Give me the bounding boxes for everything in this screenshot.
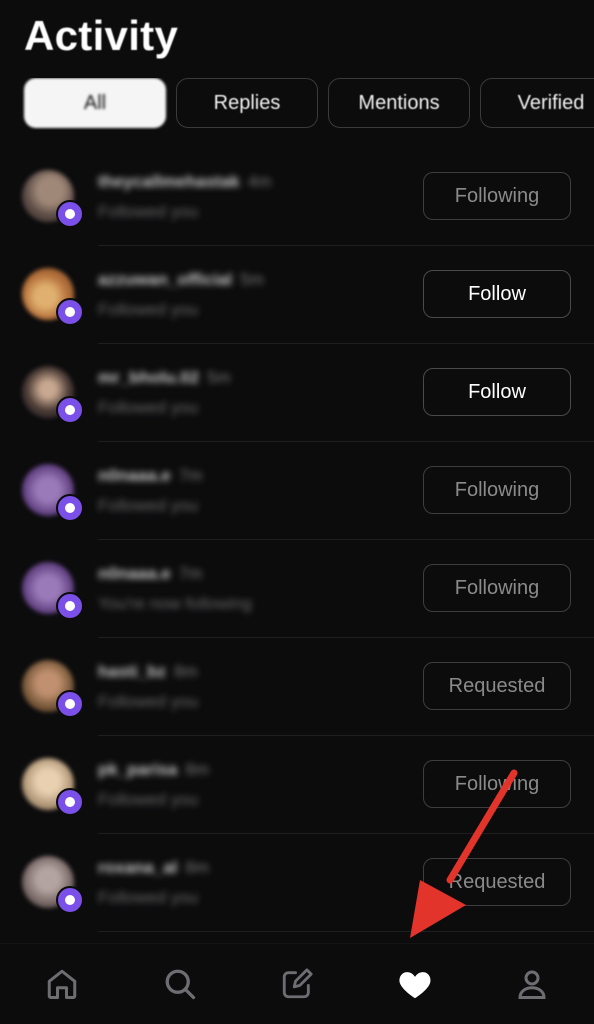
activity-row[interactable]: theycallmehastak 4m Followed you Followin… [0, 148, 594, 246]
tab-replies-label: Replies [213, 91, 281, 114]
activity-text: Followed you [98, 692, 199, 711]
nav-compose[interactable] [267, 958, 327, 1010]
page-title: Activity [24, 12, 179, 59]
username[interactable]: theycallmehastak 4m [98, 172, 271, 192]
tab-mentions[interactable]: Mentions [328, 78, 470, 128]
follow-badge-icon [56, 592, 84, 620]
search-icon [165, 969, 196, 1000]
tab-all-label: All [83, 91, 107, 114]
requested-button[interactable]: Requested [423, 662, 571, 710]
username[interactable]: n0naaa.e 7m [98, 564, 202, 584]
following-button[interactable]: Following [423, 760, 571, 808]
follow-badge-icon [56, 298, 84, 326]
activity-row[interactable]: hasti_bz 8m Followed you Requested [0, 638, 594, 736]
activity-row[interactable]: azzuwan_official 5m Followed you Follow [0, 246, 594, 344]
heart-icon [399, 972, 431, 999]
activity-list: theycallmehastak 4m Followed you Followin… [0, 148, 594, 932]
nav-activity[interactable] [385, 958, 445, 1010]
tab-all[interactable]: All [24, 78, 166, 128]
nav-profile[interactable] [502, 958, 562, 1010]
username[interactable]: pk_parisa 8m [98, 760, 209, 780]
follow-button[interactable]: Follow [423, 368, 571, 416]
username[interactable]: n0naaa.e 7m [98, 466, 202, 486]
follow-button[interactable]: Follow [423, 270, 571, 318]
username[interactable]: mr_bholu.02 5m [98, 368, 231, 388]
tab-verified-label: Verified [517, 91, 585, 114]
follow-badge-icon [56, 396, 84, 424]
username[interactable]: roxana_al 8m [98, 858, 209, 878]
follow-badge-icon [56, 494, 84, 522]
compose-icon [282, 968, 313, 999]
nav-home[interactable] [32, 958, 92, 1010]
nav-search[interactable] [150, 958, 210, 1010]
follow-badge-icon [56, 788, 84, 816]
activity-text: Followed you [98, 300, 199, 319]
activity-row[interactable]: n0naaa.e 7m Followed you Following [0, 442, 594, 540]
home-icon [47, 969, 77, 999]
following-button[interactable]: Following [423, 564, 571, 612]
tab-verified[interactable]: Verified [480, 78, 594, 128]
username[interactable]: azzuwan_official 5m [98, 270, 264, 290]
activity-text: Followed you [98, 398, 199, 417]
activity-text: Followed you [98, 496, 199, 515]
follow-badge-icon [56, 886, 84, 914]
activity-row[interactable]: roxana_al 8m Followed you Requested [0, 834, 594, 932]
activity-text: You're now following [98, 594, 252, 613]
requested-button[interactable]: Requested [423, 858, 571, 906]
activity-row[interactable]: pk_parisa 8m Followed you Following [0, 736, 594, 834]
follow-badge-icon [56, 200, 84, 228]
activity-text: Followed you [98, 202, 199, 221]
following-button[interactable]: Following [423, 466, 571, 514]
filter-tabs: All Replies Mentions Verified [22, 78, 594, 130]
following-button[interactable]: Following [423, 172, 571, 220]
activity-row[interactable]: mr_bholu.02 5m Followed you Follow [0, 344, 594, 442]
activity-row[interactable]: n0naaa.e 7m You're now following Followin… [0, 540, 594, 638]
tab-mentions-label: Mentions [358, 91, 440, 114]
profile-icon [518, 970, 546, 999]
bottom-nav [0, 943, 594, 1024]
username[interactable]: hasti_bz 8m [98, 662, 198, 682]
tab-replies[interactable]: Replies [176, 78, 318, 128]
activity-text: Followed you [98, 888, 199, 907]
follow-badge-icon [56, 690, 84, 718]
activity-text: Followed you [98, 790, 199, 809]
